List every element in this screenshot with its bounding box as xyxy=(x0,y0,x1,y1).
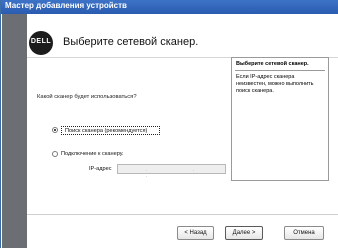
ip-address-value: . . . xyxy=(146,167,217,179)
radio-search-scanner[interactable] xyxy=(52,127,58,133)
back-button[interactable]: < Назад xyxy=(177,226,214,240)
option-search-label: Поиск сканера (рекомендуется) xyxy=(65,128,148,134)
info-body: Если IP-адрес сканера неизвестен, можно … xyxy=(236,74,314,94)
title-bar[interactable]: Мастер добавления устройств xyxy=(1,0,338,14)
info-panel: Выберите сетевой сканер. Если IP-адрес с… xyxy=(231,57,329,181)
window-title: Мастер добавления устройств xyxy=(5,1,127,10)
dell-logo: DELL xyxy=(29,31,53,55)
scanner-question: Какой сканер будет использоваться? xyxy=(37,94,137,100)
option-search-label-box[interactable]: Поиск сканера (рекомендуется) xyxy=(61,126,160,135)
page-title: Выберите сетевой сканер. xyxy=(63,36,199,48)
device-wizard-window: Мастер добавления устройств DELL Выберит… xyxy=(0,0,338,248)
dell-logo-text: DELL xyxy=(30,38,52,45)
ip-address-field[interactable]: . . . xyxy=(117,164,226,179)
radio-connect-scanner[interactable] xyxy=(52,151,58,157)
info-title: Выберите сетевой сканер. xyxy=(236,61,309,67)
info-divider xyxy=(235,70,325,71)
option-connect-label[interactable]: Подключение к сканеру. xyxy=(61,151,124,157)
wizard-sidebar xyxy=(2,14,27,248)
ip-address-label: IP-адрес xyxy=(89,166,112,172)
cancel-button[interactable]: Отмена xyxy=(284,226,324,240)
next-button[interactable]: Далее > xyxy=(225,226,263,240)
